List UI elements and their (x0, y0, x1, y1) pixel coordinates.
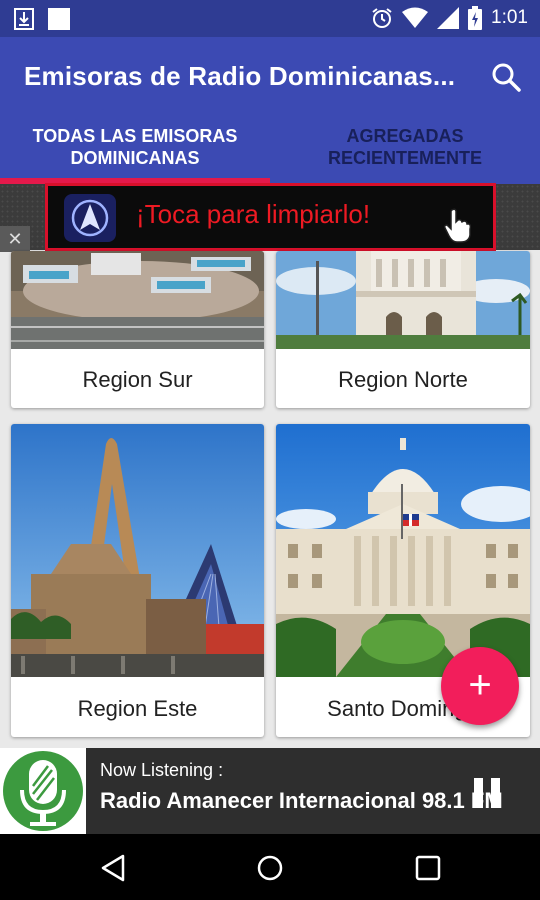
santo-domingo-image (276, 424, 530, 677)
signal-icon (437, 7, 460, 29)
alarm-icon (372, 8, 392, 28)
microphone-logo-icon (3, 751, 83, 831)
station-name: Radio Amanecer Internacional 98.1 FM (100, 788, 503, 813)
region-card-sur[interactable]: Region Sur (11, 251, 264, 408)
tab-recent-line2: RECIENTEMENTE (327, 148, 482, 168)
ad-close-button[interactable]: ✕ (0, 226, 30, 252)
recents-icon[interactable] (415, 855, 441, 881)
home-icon[interactable] (256, 854, 284, 882)
app-bar: Emisoras de Radio Dominicanas... TODAS L… (0, 37, 540, 184)
tab-all-line2: DOMINICANAS (70, 148, 200, 168)
status-time: 1:01 (491, 7, 528, 28)
app-title: Emisoras de Radio Dominicanas... (24, 61, 456, 91)
region-norte-label: Region Norte (338, 367, 468, 392)
region-card-norte[interactable]: Region Norte (276, 251, 530, 408)
tab-all-line1: TODAS LAS EMISORAS (32, 126, 238, 146)
search-icon[interactable] (488, 59, 524, 95)
ad-text: ¡Toca para limpiarlo! (136, 199, 371, 229)
region-norte-image (276, 251, 530, 349)
pause-icon[interactable] (474, 778, 500, 808)
region-este-label: Region Este (77, 696, 198, 721)
ad-banner[interactable]: ¡Toca para limpiarlo! (45, 183, 496, 251)
download-icon (14, 8, 34, 30)
region-sur-label: Region Sur (82, 367, 193, 392)
region-sur-image (11, 251, 264, 349)
region-card-este[interactable]: Region Este (11, 424, 264, 737)
now-playing-bar[interactable]: Now Listening : Radio Amanecer Internaci… (0, 748, 540, 834)
now-listening-label: Now Listening : (100, 760, 224, 780)
tab-all-stations[interactable]: TODAS LAS EMISORAS DOMINICANAS (0, 125, 270, 169)
battery-icon (468, 6, 483, 30)
ad-app-logo (64, 194, 116, 242)
status-bar: 1:01 (0, 0, 540, 37)
tab-recent-line1: AGREGADAS (346, 126, 464, 146)
image-icon (48, 8, 70, 30)
system-nav-bar (0, 834, 540, 900)
tab-recently-added[interactable]: AGREGADAS RECIENTEMENTE (270, 125, 540, 169)
wifi-icon (402, 7, 429, 28)
back-icon[interactable] (100, 854, 126, 882)
add-fab-button[interactable]: + (441, 647, 519, 725)
hand-pointer-icon (444, 208, 471, 243)
station-logo (0, 748, 86, 834)
region-este-image (11, 424, 264, 677)
